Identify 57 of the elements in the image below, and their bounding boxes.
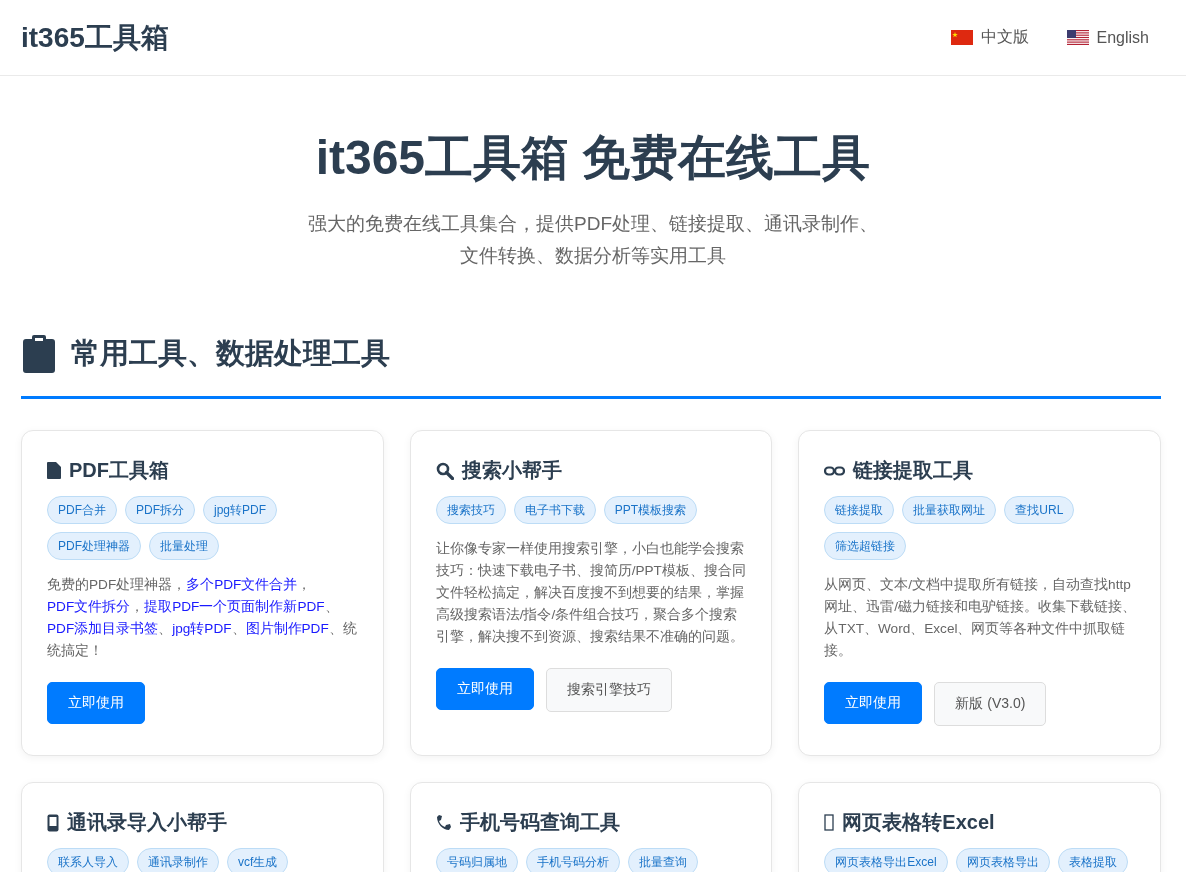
clipboard-icon xyxy=(23,335,55,373)
description-link[interactable]: 多个PDF文件合并 xyxy=(186,577,298,592)
card-title: PDF工具箱 xyxy=(69,458,169,483)
card-title: 手机号码查询工具 xyxy=(459,810,620,835)
tag[interactable]: 联系人导入 xyxy=(47,848,129,872)
description-link[interactable]: 图片制作PDF xyxy=(245,621,329,636)
tag[interactable]: 网页表格导出Excel xyxy=(824,848,948,872)
search-icon xyxy=(435,461,454,480)
card-description: 从网页、文本/文档中提取所有链接，自动查找http网址、迅雷/磁力链接和电驴链接。收集下载链接、从TXT、Word、Excel、网页等各种文件中抓取链接。 xyxy=(824,576,1138,660)
tag[interactable]: 网页表格导出 xyxy=(955,848,1050,872)
tag[interactable]: jpg转PDF xyxy=(203,496,277,524)
section-title: 常用工具、数据处理工具 xyxy=(71,336,390,371)
description-link[interactable]: jpg转PDF xyxy=(172,621,232,636)
tag[interactable]: PPT模板搜索 xyxy=(603,496,697,524)
page-title: it365工具箱 免费在线工具 xyxy=(314,130,872,186)
description-link[interactable]: 提取PDF一个页面制作新PDF xyxy=(144,599,325,614)
tag[interactable]: 通讯录制作 xyxy=(137,848,219,872)
tag[interactable]: 筛选超链接 xyxy=(824,532,907,560)
secondary-button[interactable]: 新版 (V3.0) xyxy=(934,682,1047,726)
chain-link-icon xyxy=(824,465,846,476)
tag[interactable]: 电子书下载 xyxy=(513,496,596,524)
use-now-button[interactable]: 立即使用 xyxy=(824,682,923,724)
language-link[interactable]: 中文版 xyxy=(950,27,1029,48)
tag[interactable]: PDF拆分 xyxy=(125,496,195,524)
card-description: 让你像专家一样使用搜索引擎，小白也能学会搜索技巧：快速下载电子书、搜简历/PPT模板、搜合同文件轻松搞定，解决百度搜不到想要的结果，掌握高级搜索语法/指令/条件组合技巧，聚合多个搜索引擎，解决搜不到资源、搜索结果不准确的问题。 xyxy=(435,540,747,646)
card-title: 搜索小帮手 xyxy=(461,458,562,483)
description-link[interactable]: PDF文件拆分 xyxy=(47,599,131,614)
tag[interactable]: 表格提取 xyxy=(1057,848,1128,872)
language-link[interactable]: English xyxy=(1066,27,1149,48)
use-now-button[interactable]: 立即使用 xyxy=(47,682,145,724)
card-title: 网页表格转Excel xyxy=(842,810,995,835)
card-title: 链接提取工具 xyxy=(853,458,974,483)
tag[interactable]: 查找URL xyxy=(1004,496,1075,524)
placeholder-glyph-icon xyxy=(824,814,835,831)
tag[interactable]: PDF合并 xyxy=(47,496,117,524)
tag[interactable]: 批量查询 xyxy=(627,848,698,872)
page-subtitle: 文件转换、数据分析等实用工具 xyxy=(459,244,727,268)
tag[interactable]: PDF处理神器 xyxy=(47,532,141,560)
site-logo[interactable]: it365工具箱 xyxy=(21,18,169,57)
mobile-phone-icon xyxy=(47,813,59,832)
card-description: 免费的PDF处理神器，多个PDF文件合并， PDF文件拆分，提取PDF一个页面制作新PDF、 PDF添加目录书签、jpg转PDF、图片制作PDF、统统搞定！ xyxy=(47,576,358,660)
flag-icon xyxy=(1066,30,1089,45)
tag[interactable]: 手机号码分析 xyxy=(525,848,620,872)
tag[interactable]: 批量处理 xyxy=(149,532,219,560)
tag[interactable]: 号码归属地 xyxy=(435,848,518,872)
secondary-button[interactable]: 搜索引擎技巧 xyxy=(545,668,672,712)
flag-icon xyxy=(950,30,973,45)
description-link[interactable]: PDF添加目录书签 xyxy=(47,621,159,636)
use-now-button[interactable]: 立即使用 xyxy=(435,668,534,710)
tag[interactable]: vcf生成 xyxy=(227,848,289,872)
tag[interactable]: 链接提取 xyxy=(824,496,895,524)
tag[interactable]: 搜索技巧 xyxy=(435,496,506,524)
phone-handset-icon xyxy=(435,814,452,831)
tag[interactable]: 批量获取网址 xyxy=(902,496,997,524)
page-subtitle: 强大的免费在线工具集合，提供PDF处理、链接提取、通讯录制作、 xyxy=(307,212,879,236)
document-icon xyxy=(47,462,61,479)
card-title: 通讯录导入小帮手 xyxy=(67,810,227,835)
